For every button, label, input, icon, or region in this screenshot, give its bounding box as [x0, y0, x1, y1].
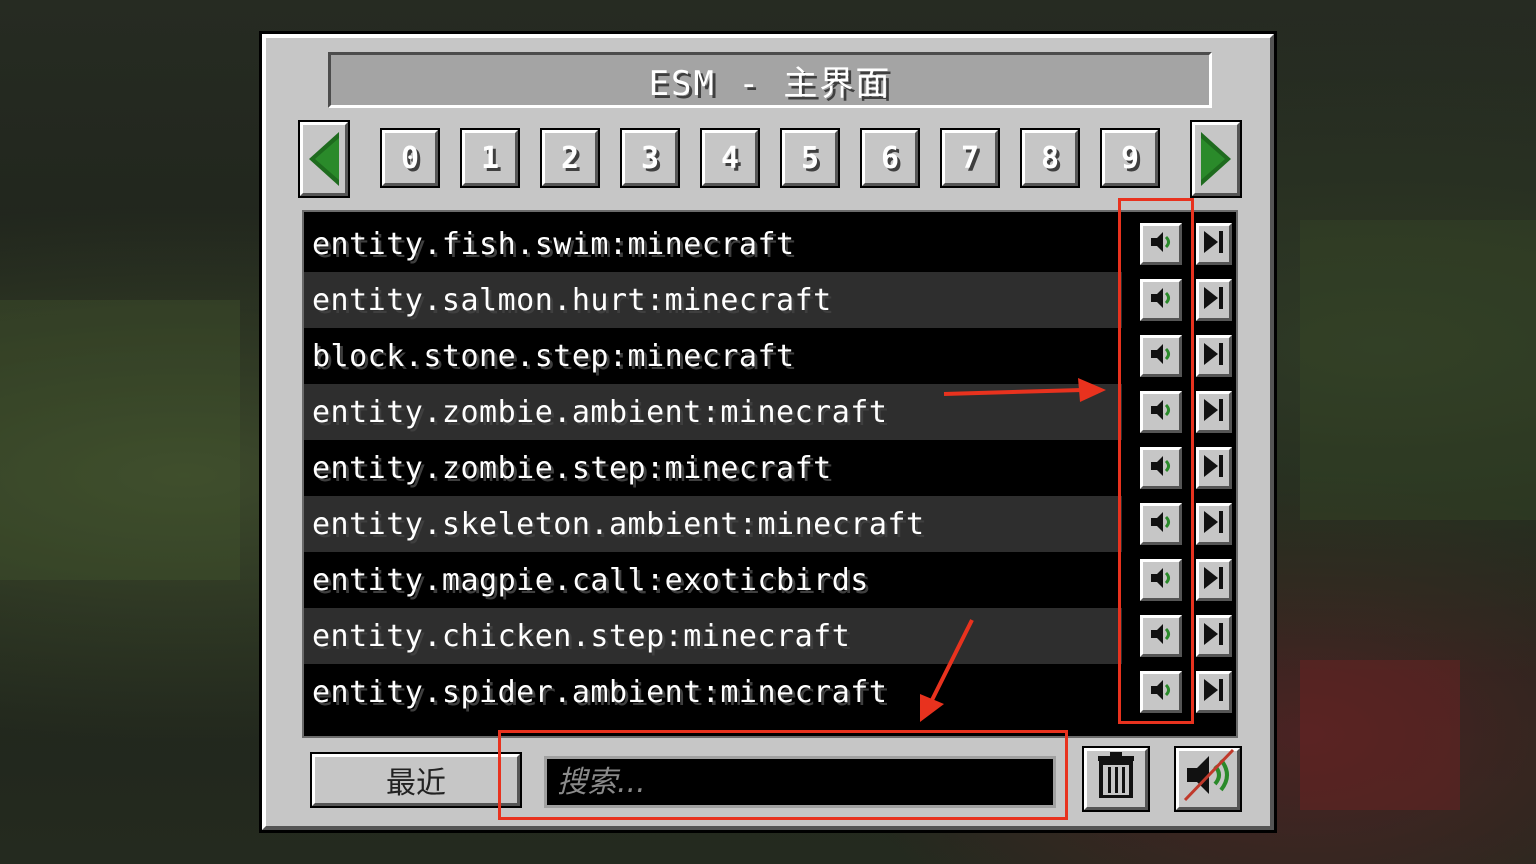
stop-sound-button[interactable]: [1196, 279, 1232, 321]
recent-button[interactable]: 最近: [312, 754, 520, 806]
sound-name: entity.zombie.step:minecraft: [312, 450, 832, 486]
stop-sound-button[interactable]: [1196, 447, 1232, 489]
stop-sound-button[interactable]: [1196, 335, 1232, 377]
green-left-arrow-icon: [309, 132, 339, 186]
stop-end-icon: [1202, 508, 1226, 540]
page-button-1[interactable]: 1: [462, 130, 518, 186]
window-title: ESM - 主界面: [328, 52, 1212, 108]
stop-end-icon: [1202, 340, 1226, 372]
background-red-block: [1300, 660, 1460, 810]
sound-name: entity.spider.ambient:minecraft: [312, 674, 888, 710]
sound-name: entity.skeleton.ambient:minecraft: [312, 506, 925, 542]
sound-row[interactable]: entity.zombie.ambient:minecraft: [304, 384, 1122, 440]
clear-button[interactable]: [1084, 748, 1148, 810]
page-button-6[interactable]: 6: [862, 130, 918, 186]
sound-name: block.stone.step:minecraft: [312, 338, 795, 374]
background-tree-right: [1300, 220, 1536, 520]
stop-end-icon: [1202, 284, 1226, 316]
sound-row[interactable]: entity.chicken.step:minecraft: [304, 608, 1122, 664]
page-button-0[interactable]: 0: [382, 130, 438, 186]
sound-row[interactable]: entity.salmon.hurt:minecraft: [304, 272, 1122, 328]
page-button-8[interactable]: 8: [1022, 130, 1078, 186]
stop-end-icon: [1202, 620, 1226, 652]
stop-end-icon: [1202, 396, 1226, 428]
sound-name: entity.fish.swim:minecraft: [312, 226, 795, 262]
stop-end-icon: [1202, 452, 1226, 484]
page-button-4[interactable]: 4: [702, 130, 758, 186]
background-tree-left: [0, 300, 240, 580]
page-button-3[interactable]: 3: [622, 130, 678, 186]
page-button-7[interactable]: 7: [942, 130, 998, 186]
stop-sound-button[interactable]: [1196, 223, 1232, 265]
stop-sound-button[interactable]: [1196, 615, 1232, 657]
sound-row[interactable]: entity.skeleton.ambient:minecraft: [304, 496, 1122, 552]
trash-icon: [1096, 752, 1136, 806]
next-page-button[interactable]: [1192, 122, 1240, 196]
sound-row[interactable]: entity.zombie.step:minecraft: [304, 440, 1122, 496]
stop-end-icon: [1202, 564, 1226, 596]
annotation-box-search: [498, 730, 1068, 820]
muted-speaker-icon: [1181, 748, 1235, 810]
page-button-9[interactable]: 9: [1102, 130, 1158, 186]
page-button-5[interactable]: 5: [782, 130, 838, 186]
stop-sound-button[interactable]: [1196, 503, 1232, 545]
sound-row[interactable]: entity.magpie.call:exoticbirds: [304, 552, 1122, 608]
sound-row[interactable]: entity.fish.swim:minecraft: [304, 216, 1122, 272]
green-right-arrow-icon: [1201, 132, 1231, 186]
sound-row[interactable]: block.stone.step:minecraft: [304, 328, 1122, 384]
sound-name: entity.zombie.ambient:minecraft: [312, 394, 888, 430]
page-button-2[interactable]: 2: [542, 130, 598, 186]
stop-sound-button[interactable]: [1196, 671, 1232, 713]
stop-end-icon: [1202, 228, 1226, 260]
prev-page-button[interactable]: [300, 122, 348, 196]
sound-row[interactable]: entity.spider.ambient:minecraft: [304, 664, 1122, 720]
sound-name: entity.chicken.step:minecraft: [312, 618, 851, 654]
stop-sound-button[interactable]: [1196, 559, 1232, 601]
mute-all-button[interactable]: [1176, 748, 1240, 810]
stop-end-icon: [1202, 676, 1226, 708]
annotation-box-row-buttons: [1118, 198, 1194, 724]
sound-list[interactable]: entity.fish.swim:minecraft entity.salmon.…: [302, 210, 1238, 738]
sound-name: entity.magpie.call:exoticbirds: [312, 562, 869, 598]
sound-name: entity.salmon.hurt:minecraft: [312, 282, 832, 318]
stop-sound-button[interactable]: [1196, 391, 1232, 433]
